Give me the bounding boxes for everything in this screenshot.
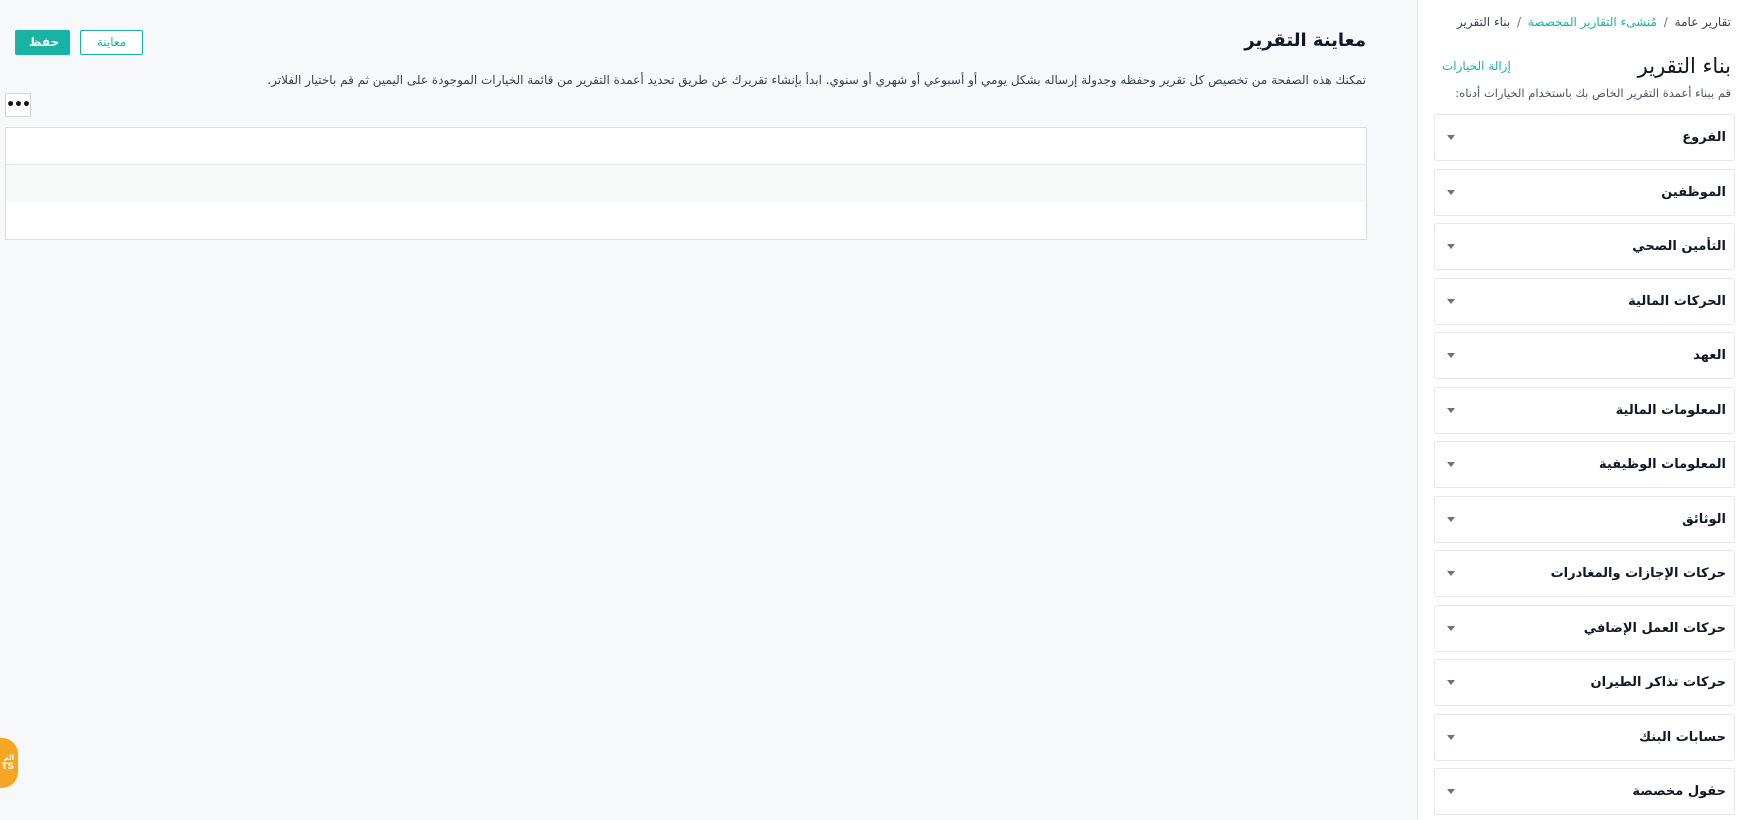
section-label: الفروع bbox=[1682, 130, 1726, 145]
caret-down-icon bbox=[1447, 353, 1455, 358]
section-label: المعلومات الوظيفية bbox=[1599, 457, 1726, 472]
section-label: حقول مخصصة bbox=[1632, 784, 1726, 799]
save-button[interactable]: حفظ bbox=[15, 30, 70, 55]
page-description: تمكنك هذه الصفحة من تخصيص كل تقرير وحفظه… bbox=[267, 73, 1366, 87]
caret-down-icon bbox=[1447, 244, 1455, 249]
builder-title: بناء التقرير bbox=[1637, 54, 1731, 78]
breadcrumb-custom-reports[interactable]: مُنشىء التقارير المخصصة bbox=[1528, 15, 1657, 29]
report-preview-table bbox=[5, 127, 1367, 240]
app-root: تقارير عامة / مُنشىء التقارير المخصصة / … bbox=[0, 0, 1745, 820]
caret-down-icon bbox=[1447, 516, 1455, 522]
builder-hint: قم ببناء أعمدة التقرير الخاص بك باستخدام… bbox=[1455, 86, 1731, 100]
section-label: المعلومات المالية bbox=[1615, 402, 1726, 418]
preview-header: معاينة التقرير حفظ معاينة bbox=[5, 28, 1417, 62]
section-label: حركات العمل الإضافي bbox=[1583, 620, 1726, 636]
section-label: الحركات المالية bbox=[1628, 293, 1726, 309]
remove-options-link[interactable]: إزالة الخيارات bbox=[1442, 59, 1511, 73]
caret-down-icon bbox=[1447, 462, 1455, 467]
section-health-insurance[interactable]: التأمين الصحي bbox=[1434, 223, 1735, 270]
report-builder-sidebar: تقارير عامة / مُنشىء التقارير المخصصة / … bbox=[1417, 0, 1745, 820]
section-documents[interactable]: الوثائق bbox=[1434, 495, 1735, 543]
section-financial-info[interactable]: المعلومات المالية bbox=[1434, 386, 1735, 434]
breadcrumb-separator: / bbox=[1517, 15, 1522, 29]
section-financial-transactions[interactable]: الحركات المالية bbox=[1434, 277, 1735, 325]
caret-down-icon bbox=[1447, 625, 1455, 631]
breadcrumb-separator: / bbox=[1663, 15, 1668, 29]
page-title: معاينة التقرير bbox=[1244, 30, 1366, 51]
breadcrumb-current: بناء التقرير bbox=[1456, 15, 1511, 29]
badge-text: الم bbox=[3, 754, 14, 762]
caret-down-icon bbox=[1447, 789, 1455, 794]
table-header-row bbox=[6, 128, 1366, 165]
section-label: الموظفين bbox=[1661, 184, 1726, 200]
section-leaves[interactable]: حركات الإجازات والمغادرات bbox=[1434, 550, 1735, 597]
section-custody[interactable]: العهد bbox=[1434, 332, 1735, 379]
caret-down-icon bbox=[1447, 298, 1455, 304]
section-label: العهد bbox=[1693, 348, 1726, 363]
table-row bbox=[6, 165, 1366, 202]
more-options-button[interactable]: ••• bbox=[5, 93, 31, 117]
section-bank-accounts[interactable]: حسابات البنك bbox=[1434, 713, 1735, 761]
caret-down-icon bbox=[1447, 734, 1455, 740]
section-label: التأمين الصحي bbox=[1632, 239, 1726, 254]
section-job-info[interactable]: المعلومات الوظيفية bbox=[1434, 441, 1735, 488]
section-employees[interactable]: الموظفين bbox=[1434, 168, 1735, 216]
section-label: حركات الإجازات والمغادرات bbox=[1550, 566, 1726, 581]
section-label: الوثائق bbox=[1682, 511, 1726, 527]
section-flight-tickets[interactable]: حركات تذاكر الطيران bbox=[1434, 659, 1735, 706]
action-buttons: حفظ معاينة bbox=[15, 30, 143, 55]
section-branches[interactable]: الفروع bbox=[1434, 114, 1735, 161]
caret-down-icon bbox=[1447, 135, 1455, 140]
table-row bbox=[6, 202, 1366, 239]
breadcrumb: تقارير عامة / مُنشىء التقارير المخصصة / … bbox=[1434, 12, 1735, 32]
caret-down-icon bbox=[1447, 680, 1455, 685]
preview-button[interactable]: معاينة bbox=[80, 30, 143, 55]
caret-down-icon bbox=[1447, 189, 1455, 195]
column-sections: الفروع الموظفين التأمين الصحي الحركات ال… bbox=[1434, 114, 1735, 815]
breadcrumb-root[interactable]: تقارير عامة bbox=[1675, 15, 1731, 29]
caret-down-icon bbox=[1447, 571, 1455, 576]
report-preview-area: معاينة التقرير حفظ معاينة تمكنك هذه الصف… bbox=[0, 0, 1417, 820]
section-overtime[interactable]: حركات العمل الإضافي bbox=[1434, 604, 1735, 652]
section-label: حسابات البنك bbox=[1639, 729, 1726, 745]
section-custom-fields[interactable]: حقول مخصصة bbox=[1434, 768, 1735, 815]
caret-down-icon bbox=[1447, 407, 1455, 413]
floating-help-badge[interactable]: الم TS bbox=[0, 738, 18, 788]
badge-text: TS bbox=[1, 762, 14, 772]
section-label: حركات تذاكر الطيران bbox=[1590, 675, 1726, 690]
builder-header: بناء التقرير إزالة الخيارات bbox=[1434, 54, 1735, 78]
